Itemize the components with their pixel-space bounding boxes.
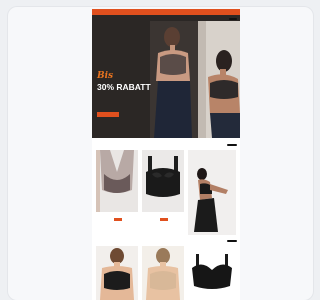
add-to-cart-button[interactable]: [114, 218, 122, 221]
section-header-2: [97, 238, 237, 243]
product-image: [142, 150, 184, 212]
product-image: [188, 246, 236, 300]
product-image: [96, 150, 138, 212]
product-image: [96, 246, 138, 300]
lifestyle-tile[interactable]: [188, 150, 236, 235]
hero-headline: 30% RABATT: [97, 82, 151, 92]
nav-action-button[interactable]: [229, 17, 237, 20]
product-tile[interactable]: [96, 150, 138, 225]
product-tile[interactable]: [96, 246, 138, 300]
hero-model-image-2: [198, 21, 240, 138]
hero-model-image: [150, 21, 198, 138]
hero-banner: Bis 30% RABATT: [92, 15, 240, 138]
section-header-1: [97, 142, 237, 147]
lifestyle-image: [188, 150, 236, 235]
product-image: [142, 246, 184, 300]
hero-cta-button[interactable]: [97, 112, 119, 117]
section-button-2[interactable]: [227, 239, 237, 242]
product-tile[interactable]: [142, 246, 184, 300]
section-button-1[interactable]: [227, 143, 237, 146]
product-tile[interactable]: [142, 150, 184, 225]
product-tile[interactable]: [188, 246, 236, 300]
page-screenshot: Bis 30% RABATT: [92, 9, 240, 300]
add-to-cart-button[interactable]: [160, 218, 168, 221]
hero-kicker: Bis: [97, 71, 114, 81]
